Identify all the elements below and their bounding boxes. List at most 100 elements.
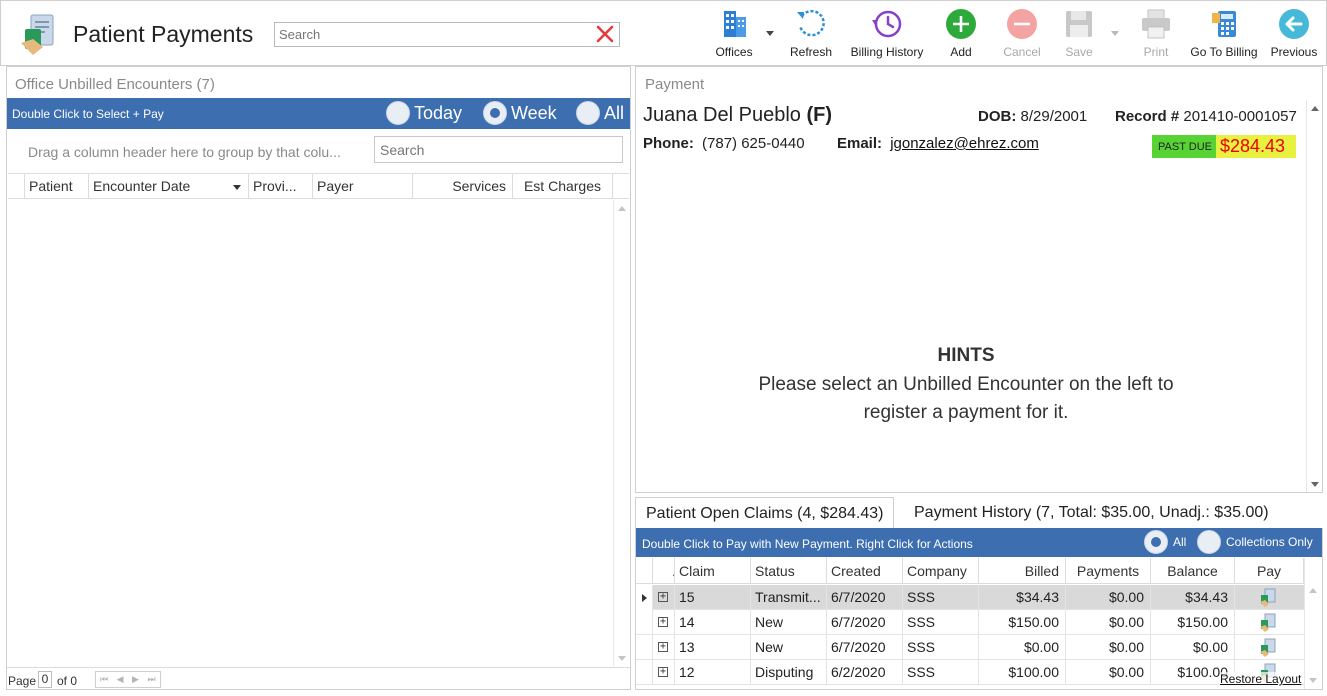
global-search[interactable]: [274, 22, 620, 47]
pager-navigation-buttons[interactable]: ⏮ ◀ ▶ ⏭: [95, 671, 161, 688]
expand-cell[interactable]: +: [653, 635, 675, 660]
group-by-drop-zone[interactable]: Drag a column header here to group by th…: [8, 130, 629, 170]
sort-descending-icon: [233, 185, 241, 190]
column-header-est-charges[interactable]: Est Charges: [513, 174, 613, 199]
expand-plus-icon[interactable]: +: [658, 667, 668, 677]
expand-cell[interactable]: +: [653, 585, 675, 610]
expand-plus-icon[interactable]: +: [658, 617, 668, 627]
claim-pay-cell[interactable]: [1235, 585, 1304, 610]
patient-gender: (F): [806, 104, 832, 126]
grid-search[interactable]: [374, 136, 623, 163]
row-indicator-header: [636, 558, 653, 584]
row-indicator-cell: [636, 660, 653, 685]
unbilled-grid-header: Patient Encounter Date Provi... Payer Se…: [8, 173, 629, 199]
claim-status: New: [751, 610, 827, 635]
scroll-up-arrow-icon[interactable]: [1311, 106, 1319, 111]
patient-email-link[interactable]: jgonzalez@ehrez.com: [890, 135, 1039, 152]
save-dropdown-arrow[interactable]: [1111, 31, 1119, 36]
claim-pay-cell[interactable]: [1235, 610, 1304, 635]
column-header-created[interactable]: Created: [827, 558, 903, 584]
page-number-input[interactable]: 0: [38, 671, 52, 688]
pay-document-icon[interactable]: [1259, 613, 1277, 632]
scroll-down-arrow-icon[interactable]: [1309, 678, 1317, 683]
unbilled-grid-scrollbar[interactable]: [613, 200, 629, 666]
claims-grid-header: . Claim Status Created Company Billed Pa…: [636, 558, 1304, 584]
column-header-status[interactable]: Status: [751, 558, 827, 584]
claims-grid-scrollbar[interactable]: [1304, 558, 1320, 689]
payment-panel-scrollbar[interactable]: [1306, 100, 1322, 492]
radio-dot-selected: [1144, 530, 1168, 554]
close-x-icon[interactable]: [595, 24, 615, 44]
radio-dot-selected: [483, 101, 507, 125]
previous-button[interactable]: Previous: [1269, 7, 1319, 63]
column-header-pay[interactable]: Pay: [1235, 558, 1304, 584]
claim-billed: $0.00: [979, 635, 1066, 660]
claim-row[interactable]: + 15 Transmit... 6/7/2020 SSS $34.43 $0.…: [636, 585, 1304, 610]
claim-billed: $150.00: [979, 610, 1066, 635]
claim-created: 6/7/2020: [827, 610, 903, 635]
claim-company: SSS: [903, 635, 979, 660]
tab-patient-open-claims[interactable]: Patient Open Claims (4, $284.43): [635, 497, 895, 528]
expand-plus-icon[interactable]: +: [658, 592, 668, 602]
claim-row[interactable]: + 12 Disputing 6/2/2020 SSS $100.00 $0.0…: [636, 660, 1304, 685]
refresh-button[interactable]: Refresh: [789, 7, 833, 63]
column-header-encounter-date[interactable]: Encounter Date: [89, 174, 249, 199]
offices-button[interactable]: Offices: [709, 7, 759, 63]
global-search-input[interactable]: [275, 23, 585, 46]
claims-filter-all-radio[interactable]: All: [1144, 530, 1186, 554]
column-header-company[interactable]: Company: [903, 558, 979, 584]
column-header-billed[interactable]: Billed: [979, 558, 1066, 584]
filter-today-radio[interactable]: Today: [386, 101, 462, 125]
claim-payments: $0.00: [1066, 660, 1151, 685]
column-header-payer[interactable]: Payer: [313, 174, 413, 199]
row-indicator-cell: [636, 635, 653, 660]
column-header-claim[interactable]: Claim: [675, 558, 751, 584]
column-header-provider[interactable]: Provi...: [249, 174, 313, 199]
print-button[interactable]: Print: [1136, 7, 1176, 63]
pay-document-icon[interactable]: [1259, 638, 1277, 657]
scroll-down-arrow-icon[interactable]: [1311, 482, 1319, 487]
grid-search-input[interactable]: [375, 137, 622, 162]
claim-payments: $0.00: [1066, 585, 1151, 610]
filter-week-radio[interactable]: Week: [483, 101, 557, 125]
offices-dropdown-arrow[interactable]: [766, 31, 774, 36]
history-clock-icon: [872, 10, 902, 38]
claim-balance: $150.00: [1151, 610, 1235, 635]
hints-title: HINTS: [937, 345, 995, 366]
claims-filter-collections-radio[interactable]: Collections Only: [1197, 530, 1313, 554]
pay-document-icon[interactable]: [1259, 588, 1277, 607]
claim-row[interactable]: + 14 New 6/7/2020 SSS $150.00 $0.00 $150…: [636, 610, 1304, 635]
past-due-badge: PAST DUE $284.43: [1152, 135, 1296, 158]
column-header-patient[interactable]: Patient: [25, 174, 89, 199]
tab-payment-history[interactable]: Payment History (7, Total: $35.00, Unadj…: [914, 497, 1269, 528]
claim-row[interactable]: + 13 New 6/7/2020 SSS $0.00 $0.00 $0.00: [636, 635, 1304, 660]
claim-pay-cell[interactable]: [1235, 635, 1304, 660]
column-header-balance[interactable]: Balance: [1151, 558, 1235, 584]
row-indicator-cell: [636, 610, 653, 635]
open-claims-panel: Double Click to Pay with New Payment. Ri…: [635, 528, 1323, 690]
filter-all-radio[interactable]: All: [576, 101, 624, 125]
claim-created: 6/7/2020: [827, 635, 903, 660]
save-button[interactable]: Save: [1059, 7, 1099, 63]
expand-cell[interactable]: +: [653, 610, 675, 635]
restore-layout-link[interactable]: Restore Layout: [1220, 672, 1302, 686]
expand-plus-icon[interactable]: +: [658, 642, 668, 652]
add-button[interactable]: Add: [941, 7, 981, 63]
claim-balance: $0.00: [1151, 635, 1235, 660]
scroll-up-arrow-icon[interactable]: [618, 206, 626, 211]
claim-company: SSS: [903, 585, 979, 610]
column-header-services[interactable]: Services: [413, 174, 513, 199]
column-header-payments[interactable]: Payments: [1066, 558, 1151, 584]
billing-history-button[interactable]: Billing History: [847, 7, 927, 63]
scroll-down-arrow-icon[interactable]: [618, 656, 626, 661]
arrow-left-circle-icon: [1279, 9, 1309, 39]
claim-billed: $100.00: [979, 660, 1066, 685]
cancel-button[interactable]: Cancel: [999, 7, 1045, 63]
unbilled-action-bar: Double Click to Select + Pay Today Week …: [7, 98, 630, 129]
expand-cell[interactable]: +: [653, 660, 675, 685]
claims-tabs: Patient Open Claims (4, $284.43) Payment…: [635, 496, 1323, 528]
billing-calculator-icon: [1212, 11, 1236, 37]
go-to-billing-button[interactable]: Go To Billing: [1188, 7, 1260, 63]
scroll-up-arrow-icon[interactable]: [1309, 588, 1317, 593]
claim-status: Transmit...: [751, 585, 827, 610]
